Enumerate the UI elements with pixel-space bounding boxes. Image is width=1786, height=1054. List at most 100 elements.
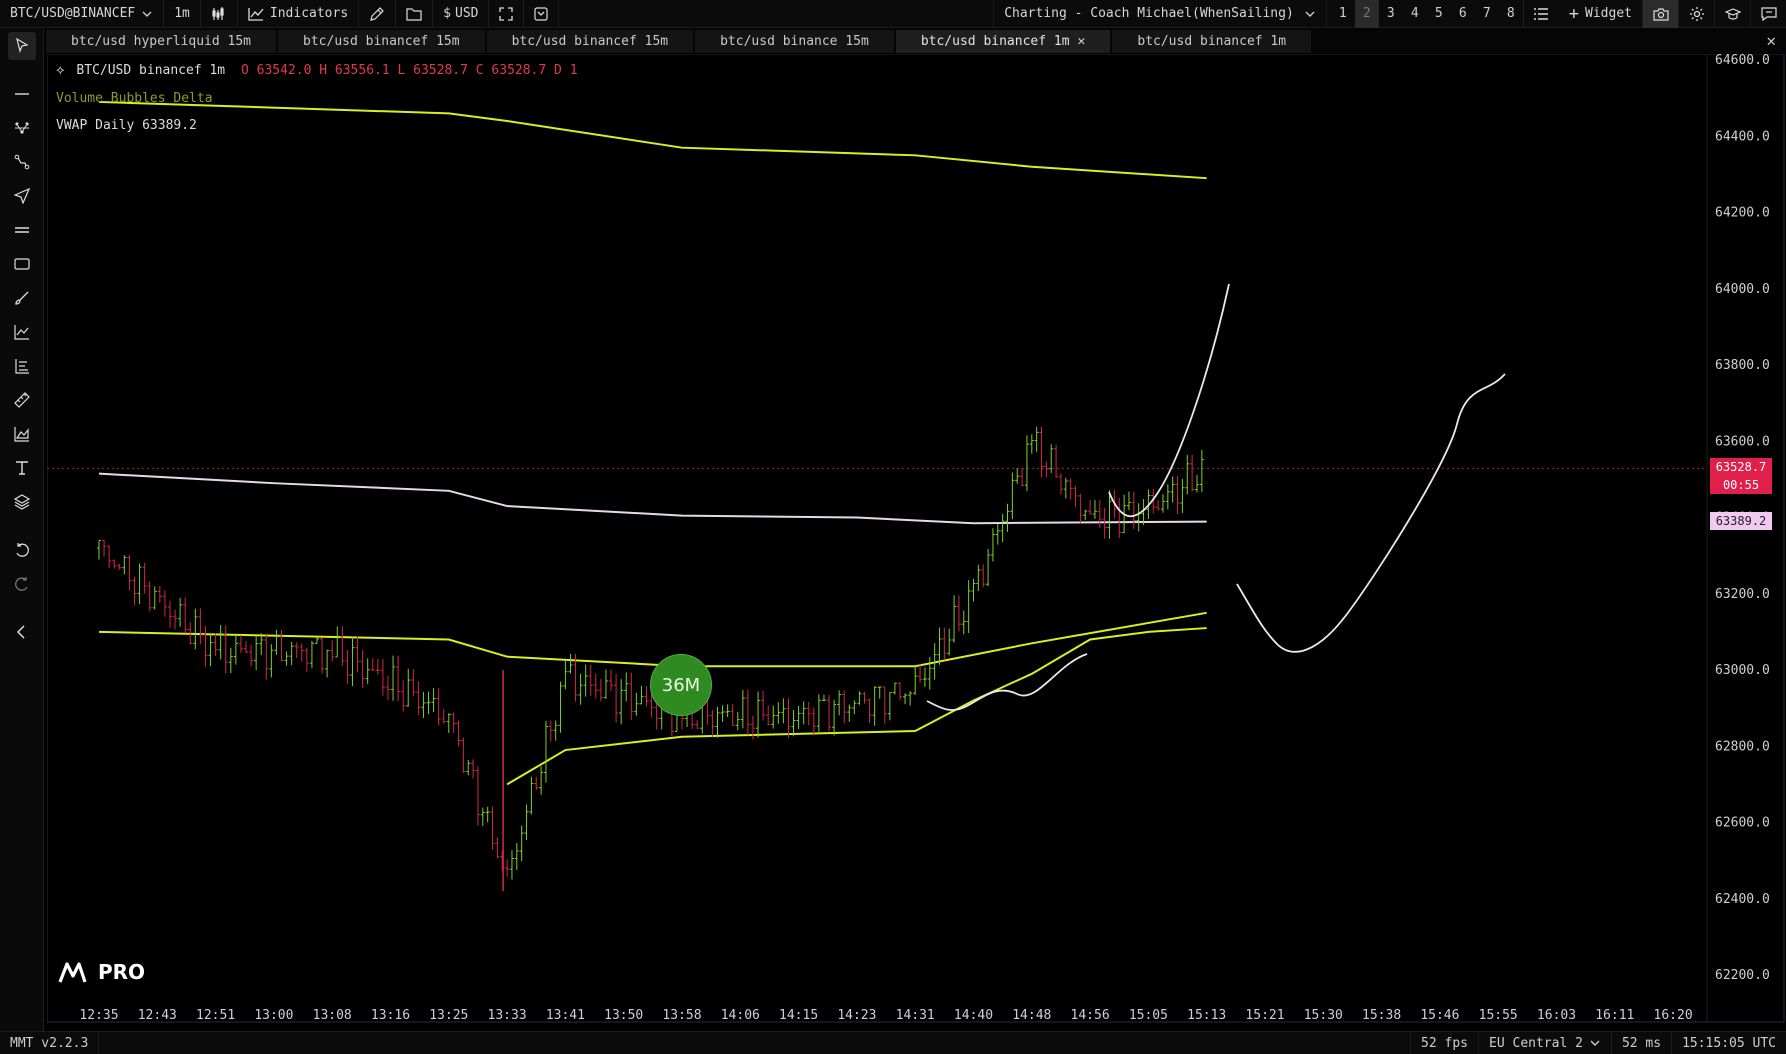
undo-button[interactable] — [8, 536, 36, 564]
brush-tool[interactable] — [8, 284, 36, 312]
chat-button[interactable] — [1750, 0, 1786, 28]
tab-label: btc/usd hyperliquid 15m — [71, 34, 252, 49]
dropdown-box-icon — [534, 6, 549, 21]
last-price-value: 63528.7 — [1715, 460, 1767, 474]
pencil-icon — [370, 6, 385, 21]
chart-canvas[interactable]: 64600.0 64400.0 64200.0 64000.0 63800.0 63600… — [47, 54, 1786, 1024]
arrow-tool[interactable] — [8, 182, 36, 210]
chart-pattern-tool[interactable] — [8, 318, 36, 346]
indicator-label-volume-bubbles[interactable]: Volume Bubbles Delta — [56, 91, 213, 106]
currency-label: USD — [455, 6, 479, 21]
chart-tab-active[interactable]: btc/usd binancef 1m ✕ — [895, 30, 1111, 53]
chat-icon — [1760, 6, 1777, 21]
trend-icon — [14, 325, 29, 340]
parallel-lines-tool[interactable] — [8, 216, 36, 244]
interval-label: 1m — [174, 6, 190, 21]
undo-icon — [16, 543, 29, 557]
draw-button[interactable] — [359, 0, 397, 28]
layout-number-button[interactable]: 1 — [1331, 0, 1355, 28]
drawing-stroke — [926, 653, 1088, 711]
folder-button[interactable] — [396, 0, 434, 28]
collapse-toolbar-button[interactable] — [8, 618, 36, 646]
vwap-line — [98, 472, 1207, 525]
fullscreen-button[interactable] — [489, 0, 525, 28]
chart-legend: ⟡ BTC/USD binancef 1m O 63542.0 H 63556.… — [56, 63, 578, 78]
pitchfork-tool[interactable] — [8, 114, 36, 142]
text-tool[interactable] — [8, 454, 36, 482]
nodes-icon — [15, 122, 29, 134]
cursor-tool[interactable] — [8, 32, 36, 60]
server-label: EU Central 2 — [1489, 1035, 1583, 1051]
time-axis-label: 12:35 — [79, 1008, 118, 1023]
time-axis-label: 15:21 — [1245, 1008, 1284, 1023]
path-tool[interactable] — [8, 148, 36, 176]
symbol-selector[interactable]: BTC/USD@BINANCEF — [0, 0, 165, 28]
time-axis-label: 15:05 — [1129, 1008, 1168, 1023]
widget-label: Widget — [1585, 6, 1632, 21]
time-axis-label: 14:06 — [721, 1008, 760, 1023]
layout-number-button[interactable]: 3 — [1379, 0, 1403, 28]
time-axis-label: 15:38 — [1362, 1008, 1401, 1023]
indicators-button[interactable]: Indicators — [238, 0, 360, 28]
gear-icon — [1689, 6, 1704, 21]
path-icon — [14, 154, 30, 170]
price-axis-label: 64200.0 — [1715, 206, 1770, 221]
price-axis-label: 62800.0 — [1715, 739, 1770, 754]
academy-button[interactable] — [1714, 0, 1750, 28]
currency-selector[interactable]: $ USD — [433, 0, 490, 28]
interval-selector[interactable]: 1m — [164, 0, 201, 28]
time-axis-label: 13:41 — [546, 1008, 585, 1023]
vwap-price-tag: 63389.2 — [1710, 512, 1772, 530]
chart-tab[interactable]: btc/usd binancef 15m — [278, 30, 485, 53]
settings-button[interactable] — [1678, 0, 1714, 28]
layout-number-button[interactable]: 4 — [1403, 0, 1427, 28]
screenshot-button[interactable] — [1642, 0, 1678, 28]
chart-tab[interactable]: btc/usd binancef 1m — [1112, 30, 1312, 53]
tab-label: btc/usd binancef 1m — [1137, 34, 1287, 49]
layout-number-button[interactable]: 8 — [1499, 0, 1523, 28]
chart-tab[interactable]: btc/usd binancef 15m — [486, 30, 694, 53]
tab-label: btc/usd binance 15m — [720, 34, 869, 49]
fps-label: 52 fps — [1410, 1031, 1478, 1054]
fib-tool[interactable] — [8, 352, 36, 380]
indicators-icon — [248, 7, 264, 21]
redo-button[interactable] — [8, 570, 36, 598]
fullscreen-icon — [499, 6, 514, 21]
save-dropdown-button[interactable] — [524, 0, 560, 28]
layers-tool[interactable] — [8, 488, 36, 516]
close-icon[interactable]: ✕ — [1078, 34, 1086, 49]
layout-number-button[interactable]: 2 — [1354, 0, 1379, 28]
brush-icon — [15, 291, 29, 305]
chart-type-button[interactable] — [201, 0, 238, 28]
settings-diamond-icon[interactable]: ⟡ — [56, 63, 65, 78]
chart-tab[interactable]: btc/usd binance 15m — [695, 30, 894, 53]
layout-number-button[interactable]: 6 — [1451, 0, 1475, 28]
chart-tab[interactable]: btc/usd hyperliquid 15m — [46, 30, 277, 53]
ruler-tool[interactable] — [8, 386, 36, 414]
camera-icon — [1652, 7, 1669, 21]
time-axis-label: 15:55 — [1479, 1008, 1518, 1023]
price-chart[interactable]: 64600.0 64400.0 64200.0 64000.0 63800.0 63600… — [47, 54, 1786, 1024]
chevron-left-icon — [16, 625, 25, 639]
close-all-icon[interactable]: ✕ — [1766, 31, 1776, 50]
time-axis-label: 14:56 — [1071, 1008, 1110, 1023]
price-axis-label: 64000.0 — [1715, 282, 1770, 297]
layout-number-button[interactable]: 7 — [1475, 0, 1499, 28]
horizontal-line-icon — [15, 93, 29, 95]
layout-number-button[interactable]: 5 — [1427, 0, 1451, 28]
layout-selector[interactable]: Charting - Coach Michael(WhenSailing) — [993, 0, 1327, 28]
time-axis-label: 14:40 — [954, 1008, 993, 1023]
volume-bubble[interactable]: 36M — [650, 654, 712, 716]
time-axis-label: 14:23 — [837, 1008, 876, 1023]
server-selector[interactable]: EU Central 2 — [1478, 1031, 1611, 1054]
price-axis-label: 63000.0 — [1715, 663, 1770, 678]
list-button[interactable] — [1522, 0, 1559, 28]
indicator-label-vwap[interactable]: VWAP Daily 63389.2 — [56, 118, 197, 133]
drawing-toolbar — [0, 28, 44, 1031]
layout-name: Charting - Coach Michael(WhenSailing) — [1004, 6, 1294, 21]
projection-tool[interactable] — [8, 420, 36, 448]
chevron-down-icon — [1590, 1040, 1600, 1046]
rectangle-tool[interactable] — [8, 250, 36, 278]
add-widget-button[interactable]: + Widget — [1559, 0, 1642, 28]
line-tool[interactable] — [8, 80, 36, 108]
